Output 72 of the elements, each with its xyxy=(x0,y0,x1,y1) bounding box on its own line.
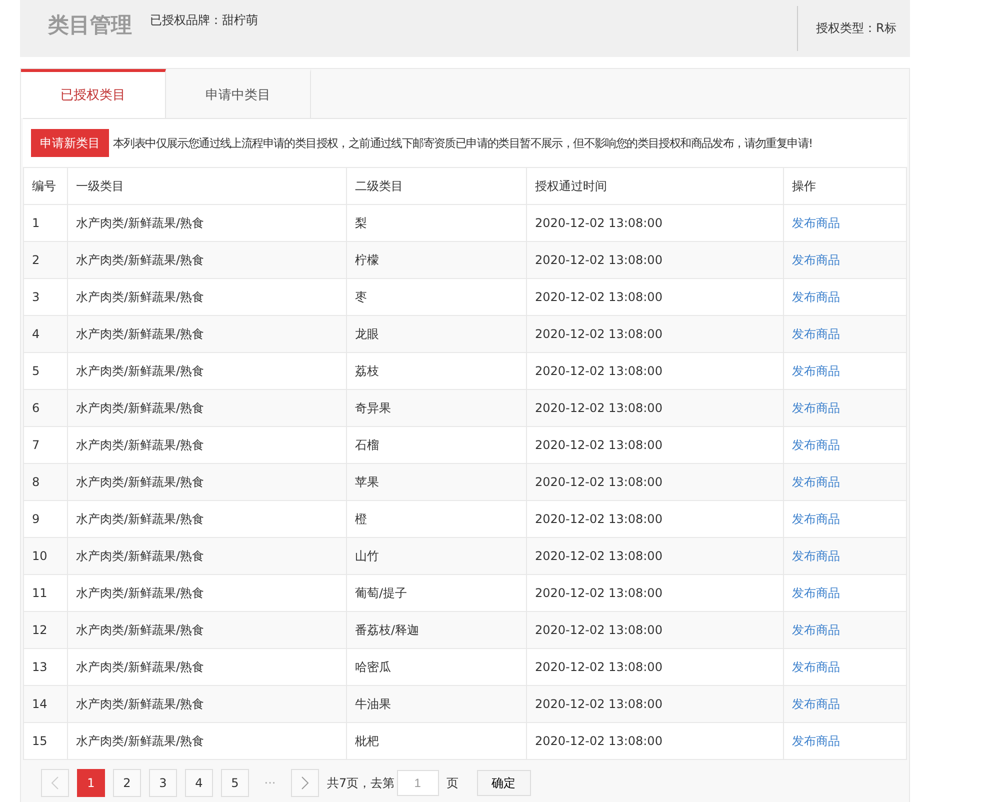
column-header: 二级类目 xyxy=(346,168,526,204)
notice-text: 本列表中仅展示您通过线上流程申请的类目授权，之前通过线下邮寄资质已申请的类目暂不展示，但不影响您的类目授权和商品发布，请勿重复申请! xyxy=(113,136,813,150)
column-header: 编号 xyxy=(24,168,68,204)
table-cell: 2020-12-02 13:08:00 xyxy=(526,242,784,278)
table-cell: 山竹 xyxy=(346,538,526,574)
page-input-field[interactable]: 1 xyxy=(396,770,439,796)
publish-link[interactable]: 发布商品 xyxy=(792,216,840,230)
table-cell: 2020-12-02 13:08:00 xyxy=(526,464,784,500)
table-cell: 柠檬 xyxy=(346,242,526,278)
table-cell: 水产肉类/新鲜蔬果/熟食 xyxy=(68,722,346,760)
publish-link[interactable]: 发布商品 xyxy=(792,696,840,710)
apply-category-button[interactable]: 申请新类目 xyxy=(31,129,109,157)
table-cell: 水产肉类/新鲜蔬果/熟食 xyxy=(68,316,346,352)
page-button[interactable]: 1 xyxy=(77,769,105,797)
chevron-left-icon xyxy=(51,776,59,790)
table-cell: 14 xyxy=(24,686,68,722)
publish-link[interactable]: 发布商品 xyxy=(792,474,840,488)
table-cell: 苹果 xyxy=(346,464,526,500)
publish-link[interactable]: 发布商品 xyxy=(792,622,840,636)
table-cell: 水产肉类/新鲜蔬果/熟食 xyxy=(68,242,346,278)
table-cell: 水产肉类/新鲜蔬果/熟食 xyxy=(68,464,346,500)
page-button[interactable]: 3 xyxy=(149,769,177,797)
publish-link[interactable]: 发布商品 xyxy=(792,364,840,378)
table-cell: 番荔枝/释迦 xyxy=(346,612,526,648)
next-page-button[interactable] xyxy=(291,769,319,797)
table-cell: 8 xyxy=(24,464,68,500)
publish-link[interactable]: 发布商品 xyxy=(792,290,840,304)
confirm-button[interactable]: 确定 xyxy=(476,770,531,796)
chevron-right-icon xyxy=(301,776,309,790)
page-button[interactable]: 2 xyxy=(113,769,141,797)
table-cell: 2020-12-02 13:08:00 xyxy=(526,722,784,760)
ellipsis: ··· xyxy=(263,776,277,790)
table-cell: 2020-12-02 13:08:00 xyxy=(526,390,784,426)
page-title: 类目管理 xyxy=(48,12,132,38)
page-total-text: 共7页，去第 xyxy=(327,774,395,792)
table-cell: 水产肉类/新鲜蔬果/熟食 xyxy=(68,612,346,648)
table-cell: 水产肉类/新鲜蔬果/熟食 xyxy=(68,686,346,722)
publish-link[interactable]: 发布商品 xyxy=(792,326,840,340)
page-suffix-text: 页 xyxy=(446,774,459,792)
page-button[interactable]: 5 xyxy=(221,769,249,797)
publish-link[interactable]: 发布商品 xyxy=(792,548,840,562)
table-cell: 2020-12-02 13:08:00 xyxy=(526,686,784,722)
table-cell: 2020-12-02 13:08:00 xyxy=(526,612,784,648)
table-cell: 2020-12-02 13:08:00 xyxy=(526,316,784,352)
page-button[interactable]: 4 xyxy=(185,769,213,797)
previous-page-button[interactable] xyxy=(41,769,69,797)
auth-type-label: 授权类型：R标 xyxy=(797,6,908,51)
publish-link[interactable]: 发布商品 xyxy=(792,734,840,748)
table-cell: 水产肉类/新鲜蔬果/熟食 xyxy=(68,538,346,574)
publish-link[interactable]: 发布商品 xyxy=(792,252,840,266)
table-cell: 10 xyxy=(24,538,68,574)
table-cell: 奇异果 xyxy=(346,390,526,426)
table-cell: 12 xyxy=(24,612,68,648)
column-header: 一级类目 xyxy=(68,168,346,204)
table-cell: 6 xyxy=(24,390,68,426)
publish-link[interactable]: 发布商品 xyxy=(792,586,840,600)
table-cell: 龙眼 xyxy=(346,316,526,352)
tab[interactable]: 已授权类目 xyxy=(21,69,166,118)
publish-link[interactable]: 发布商品 xyxy=(792,512,840,526)
column-header: 操作 xyxy=(784,168,906,204)
table-cell: 2020-12-02 13:08:00 xyxy=(526,538,784,574)
table-cell: 15 xyxy=(24,722,68,760)
publish-link[interactable]: 发布商品 xyxy=(792,660,840,674)
column-header: 授权通过时间 xyxy=(526,168,784,204)
table-cell: 水产肉类/新鲜蔬果/熟食 xyxy=(68,390,346,426)
table-cell: 枇杷 xyxy=(346,722,526,760)
brand-label: 已授权品牌：甜柠萌 xyxy=(150,12,258,29)
publish-link[interactable]: 发布商品 xyxy=(792,400,840,414)
table-cell: 2 xyxy=(24,242,68,278)
table-cell: 4 xyxy=(24,316,68,352)
publish-link[interactable]: 发布商品 xyxy=(792,438,840,452)
table-cell: 牛油果 xyxy=(346,686,526,722)
